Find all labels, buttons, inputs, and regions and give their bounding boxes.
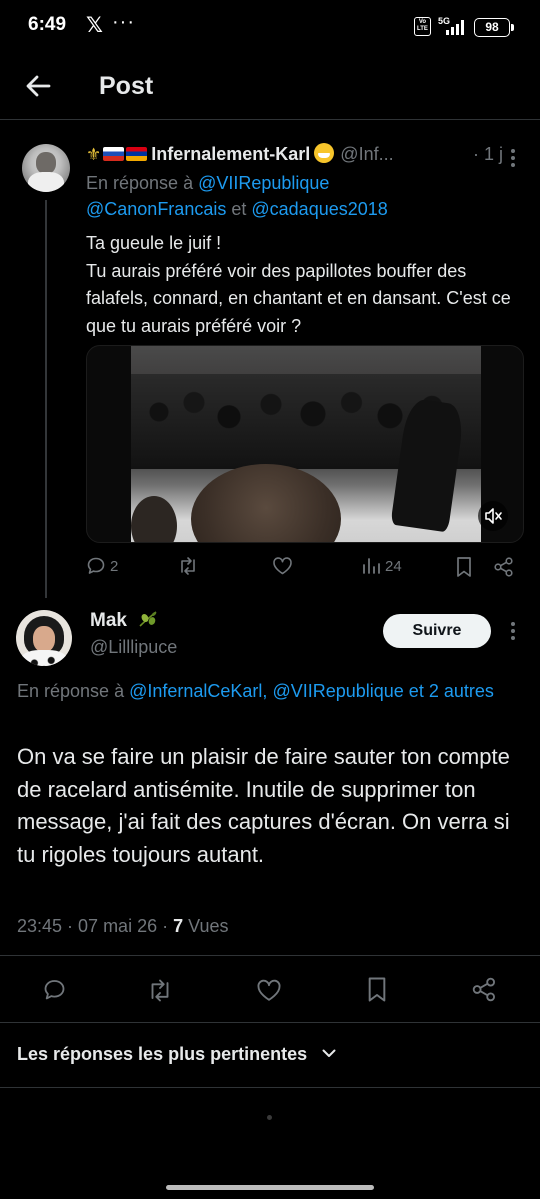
armenia-flag-icon xyxy=(126,147,148,161)
share-icon xyxy=(494,557,513,577)
reply-context: En réponse à @InfernalCeKarl, @VIIRepubl… xyxy=(17,678,522,704)
bookmark-icon xyxy=(457,557,471,577)
fleur-de-lis-icon: ⚜ xyxy=(86,145,102,164)
x-logo-icon: 𝕏 xyxy=(86,14,103,37)
video-frame[interactable] xyxy=(131,346,481,542)
views-count: 24 xyxy=(385,557,402,575)
author-name[interactable]: Mak xyxy=(90,609,159,632)
like-button[interactable] xyxy=(272,556,293,576)
divider xyxy=(0,1087,540,1088)
reply-icon xyxy=(44,980,65,1000)
tweet-text: On va se faire un plaisir de faire saute… xyxy=(17,744,510,867)
tweet-timestamp: 23:45 · 07 mai 26 · xyxy=(17,916,169,936)
signal-icon xyxy=(446,20,464,35)
share-button[interactable] xyxy=(493,556,515,578)
reply-prefix: En réponse à xyxy=(86,173,194,193)
chevron-down-icon xyxy=(322,1049,336,1057)
reply-button[interactable] xyxy=(42,978,67,1002)
repost-icon xyxy=(151,979,169,1002)
reply-conjunction: et xyxy=(231,199,247,219)
avatar[interactable] xyxy=(16,610,72,666)
mention-link[interactable]: @InfernalCeKarl, xyxy=(129,681,267,701)
page-title: Post xyxy=(99,72,154,100)
more-options-icon[interactable] xyxy=(503,619,523,643)
reply-count: 2 xyxy=(110,557,119,575)
tweet-author-line: ⚜ Infernalement-Karl @Inf... xyxy=(86,143,526,169)
share-icon xyxy=(472,977,495,1002)
tweet-metadata: 23:45 · 07 mai 26 · 7 Vues xyxy=(17,916,229,937)
heart-icon xyxy=(273,557,292,575)
author-handle[interactable]: @Lilllipuce xyxy=(90,637,177,658)
video-figure xyxy=(191,464,341,542)
thread-connector xyxy=(45,200,47,598)
more-options-icon[interactable] xyxy=(503,146,523,170)
russia-flag-icon xyxy=(103,147,125,161)
repost-button[interactable] xyxy=(146,978,174,1003)
analytics-icon xyxy=(363,558,380,574)
back-arrow-icon[interactable] xyxy=(24,72,52,100)
avatar-coat xyxy=(20,650,68,666)
heart-icon xyxy=(257,979,281,1001)
tweet-time: · 1 j xyxy=(473,144,504,164)
more-notifications-icon: ··· xyxy=(112,11,135,33)
home-indicator[interactable] xyxy=(166,1185,374,1190)
status-bar: 6:49 𝕏 ··· Vo LTE 5G 98 xyxy=(0,0,540,56)
bookmark-button[interactable] xyxy=(455,556,473,578)
top-bar: Post xyxy=(0,56,540,120)
follow-button[interactable]: Suivre xyxy=(383,614,491,648)
share-button[interactable] xyxy=(471,976,498,1003)
status-time: 6:49 xyxy=(28,14,67,35)
mention-link[interactable]: @VIIRepublique xyxy=(198,173,329,193)
author-name[interactable]: Infernalement-Karl xyxy=(151,144,310,164)
author-name-text: Mak xyxy=(90,610,127,631)
grinning-face-icon xyxy=(314,143,335,163)
muted-speaker-icon[interactable] xyxy=(478,501,508,531)
avatar-face xyxy=(33,626,55,652)
mention-link[interactable]: @cadaques2018 xyxy=(251,199,387,219)
author-handle[interactable]: @Inf... xyxy=(340,144,393,164)
divider xyxy=(0,1022,540,1023)
avatar[interactable] xyxy=(22,144,70,192)
volte-icon: Vo LTE xyxy=(414,17,431,36)
sort-label: Les réponses les plus pertinentes xyxy=(17,1044,308,1064)
battery-indicator: 98 xyxy=(474,18,514,37)
views-label: Vues xyxy=(188,916,229,936)
bookmark-icon xyxy=(368,977,386,1002)
reply-prefix: En réponse à xyxy=(17,681,125,701)
repost-icon xyxy=(181,557,195,575)
views-count: 7 xyxy=(173,916,184,936)
reply-icon xyxy=(87,557,105,574)
bookmark-button[interactable] xyxy=(366,976,388,1003)
sort-replies-selector[interactable]: Les réponses les plus pertinentes xyxy=(17,1044,336,1065)
views-button[interactable]: 24 xyxy=(361,556,402,576)
reply-context: En réponse à @VIIRepublique @CanonFranca… xyxy=(86,170,516,222)
reply-button[interactable]: 2 xyxy=(86,556,118,576)
video-figure xyxy=(131,496,177,542)
olive-branch-icon xyxy=(139,611,157,627)
repost-button[interactable] xyxy=(177,556,199,576)
mention-link[interactable]: @VIIRepublique et 2 autres xyxy=(272,681,493,701)
mention-link[interactable]: @CanonFrancais xyxy=(86,199,226,219)
like-button[interactable] xyxy=(256,978,282,1003)
tweet-text: Ta gueule le juif ! Tu aurais préféré vo… xyxy=(86,233,511,336)
loading-indicator xyxy=(267,1115,272,1120)
tweet-video[interactable] xyxy=(86,345,524,543)
divider xyxy=(0,955,540,956)
